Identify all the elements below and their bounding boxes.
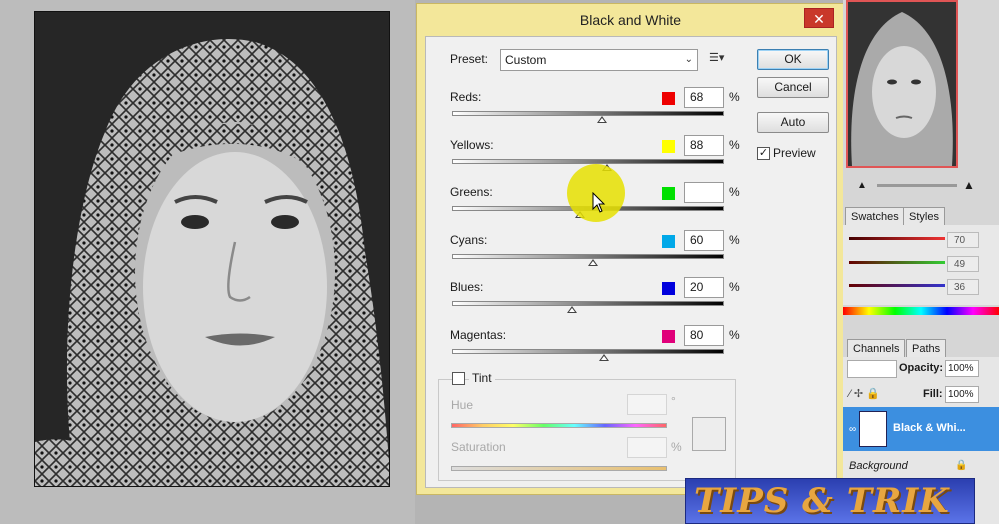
layer-mask-thumbnail[interactable] [859,411,887,447]
greens-value-input[interactable]: 40 [684,182,724,203]
ok-button[interactable]: OK [757,49,829,70]
color-spectrum[interactable] [843,307,999,315]
close-button[interactable]: ✕ [804,8,834,28]
blue-slider[interactable] [849,284,945,287]
tips-trik-watermark: TIPS & TRIK [685,478,975,524]
chevron-down-icon: ⌄ [684,54,693,65]
blend-mode-dropdown[interactable] [847,360,897,378]
hue-unit: ° [671,394,676,408]
cyans-color-swatch [662,234,675,248]
greens-label: Greens: [450,185,493,199]
hue-input[interactable] [627,394,667,415]
tint-color-swatch[interactable] [692,417,726,451]
document-canvas[interactable] [0,0,415,524]
preset-dropdown[interactable]: Custom ⌄ [500,49,698,71]
opacity-input[interactable]: 100% [945,360,979,377]
layer-name: Black & Whi... [893,422,966,434]
portrait-image [35,12,389,486]
reds-slider-track[interactable] [452,111,724,116]
blues-slider-thumb[interactable] [566,306,577,313]
red-value[interactable]: 70 [947,232,979,248]
tint-group: Tint Hue ° Saturation % [438,371,736,481]
tint-checkbox[interactable] [452,372,465,385]
saturation-input[interactable] [627,437,667,458]
yellows-color-swatch [662,139,675,153]
tint-label: Tint [469,371,495,385]
preview-label: Preview [773,146,816,160]
preview-checkbox[interactable]: ✓ [757,147,770,160]
cyans-slider-thumb[interactable] [588,258,599,266]
magentas-percent: % [729,327,740,342]
magentas-value-input[interactable]: 80 [684,324,724,346]
reds-percent: % [729,90,740,104]
fill-label: Fill: [923,388,943,400]
red-slider[interactable] [849,237,945,240]
magentas-label: Magentas: [450,327,507,342]
yellows-percent: % [729,137,740,152]
magentas-slider-thumb[interactable] [599,353,610,361]
color-panel: 70 49 36 [843,225,999,315]
portrait-photo [34,11,390,487]
reds-color-swatch [662,92,675,105]
link-icon: ∞ [849,424,857,435]
zoom-in-icon[interactable]: ▲ [963,178,975,192]
lock-icons[interactable]: ⁄ ✢ 🔒 [849,387,880,400]
greens-percent: % [729,185,740,199]
right-panels: ▲ ▲ Swatches Styles 70 49 36 Channels Pa… [843,0,999,524]
dialog-title: Black and White [579,12,682,28]
blue-value[interactable]: 36 [947,279,979,295]
tab-swatches[interactable]: Swatches [845,207,905,225]
watermark-text: TIPS & TRIK [694,481,950,521]
layer-black-white[interactable]: ∞ Black & Whi... [843,407,999,451]
preset-value: Custom [505,53,547,67]
reds-label: Reds: [450,90,482,104]
cyans-value-input[interactable]: 60 [684,229,724,251]
preset-options-icon[interactable]: ☰▾ [709,51,724,64]
green-value[interactable]: 49 [947,256,979,272]
magentas-slider-track[interactable] [452,348,724,354]
tab-channels[interactable]: Channels [847,339,906,357]
cancel-button[interactable]: Cancel [757,77,829,98]
blues-slider-track[interactable] [452,301,724,306]
yellows-slider-track[interactable] [452,158,724,164]
blues-color-swatch [662,282,675,295]
yellows-label: Yellows: [450,137,494,152]
navigator-thumbnail[interactable] [846,0,958,168]
navigator-preview-image [848,2,956,166]
tab-paths[interactable]: Paths [906,339,947,357]
blues-percent: % [729,280,740,294]
preset-label: Preset: [450,52,489,66]
yellows-value-input[interactable]: 88 [684,134,724,156]
tab-styles[interactable]: Styles [903,207,945,225]
greens-color-swatch [662,187,675,200]
lock-icon: 🔒 [955,460,968,471]
fill-input[interactable]: 100% [945,386,979,403]
saturation-label: Saturation [451,440,506,454]
opacity-label: Opacity: [899,362,944,374]
auto-button[interactable]: Auto [757,112,829,133]
reds-slider-thumb[interactable] [596,116,607,123]
dialog-body: Preset: Custom ⌄ ☰▾ OK Cancel Auto ✓ Pre… [425,36,837,488]
zoom-out-icon[interactable]: ▲ [857,180,867,191]
hue-label: Hue [451,398,474,412]
saturation-unit: % [671,440,682,454]
cyans-label: Cyans: [450,232,488,247]
layer-background-name[interactable]: Background [849,460,908,472]
reds-value-input[interactable]: 68 [684,87,724,108]
magentas-color-swatch [662,329,675,343]
hue-slider[interactable] [451,423,667,428]
cyans-percent: % [729,232,740,247]
zoom-slider[interactable] [877,184,957,187]
blues-label: Blues: [450,280,484,294]
black-and-white-dialog: Black and White ✕ Preset: Custom ⌄ ☰▾ OK… [416,3,845,495]
mouse-pointer-icon [592,192,606,213]
saturation-slider[interactable] [451,466,667,471]
green-slider[interactable] [849,261,945,264]
blues-value-input[interactable]: 20 [684,277,724,298]
